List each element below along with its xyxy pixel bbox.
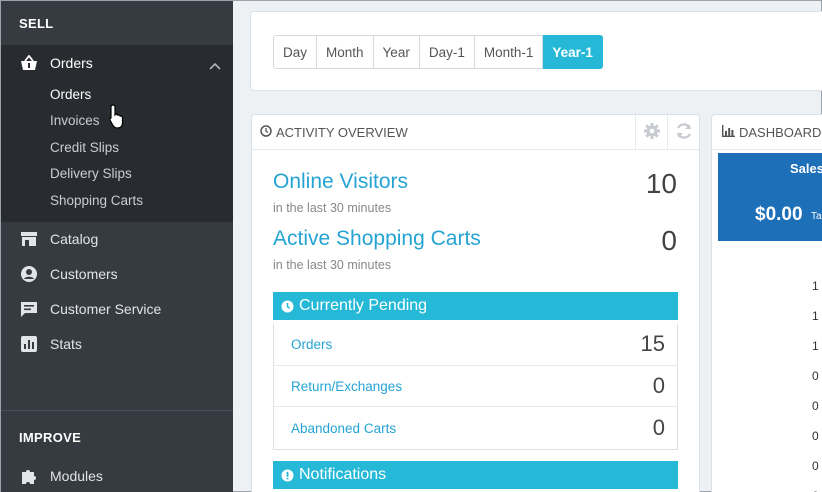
user-circle-icon bbox=[19, 265, 39, 283]
dashboard-value: 1 bbox=[812, 339, 819, 353]
pending-returns-link[interactable]: Return/Exchanges bbox=[291, 379, 402, 394]
dashboard-value: 1 bbox=[812, 309, 819, 323]
sidebar-item-modules[interactable]: Modules bbox=[1, 458, 233, 492]
submenu-delivery-slips[interactable]: Delivery Slips bbox=[1, 161, 233, 188]
puzzle-icon bbox=[19, 467, 39, 485]
dashboard-value: 0 bbox=[812, 369, 819, 383]
store-icon bbox=[19, 230, 39, 248]
active-carts-link[interactable]: Active Shopping Carts bbox=[273, 227, 481, 251]
month-minus-1-button[interactable]: Month-1 bbox=[474, 35, 544, 69]
sidebar-item-label: Customers bbox=[50, 266, 118, 282]
dashboard-panel: DASHBOARD Sales $0.00 Ta 1 1 1 0 0 0 0 0 bbox=[711, 114, 822, 492]
dashboard-value: 1 bbox=[812, 279, 819, 293]
submenu-shopping-carts[interactable]: Shopping Carts bbox=[1, 187, 233, 214]
sidebar-item-label: Stats bbox=[50, 336, 82, 352]
sidebar: SELL Orders Orders Invoices Credit Slips… bbox=[1, 1, 233, 492]
refresh-button[interactable] bbox=[667, 115, 699, 150]
pending-abandoned-value: 0 bbox=[652, 415, 665, 441]
year-button[interactable]: Year bbox=[373, 35, 420, 69]
chevron-up-icon[interactable] bbox=[209, 57, 221, 73]
sidebar-item-label: Modules bbox=[50, 467, 103, 484]
clock-icon bbox=[260, 124, 272, 140]
online-visitors-link[interactable]: Online Visitors bbox=[273, 170, 408, 194]
pending-abandoned-link[interactable]: Abandoned Carts bbox=[291, 421, 396, 436]
currently-pending-title: Currently Pending bbox=[299, 297, 428, 314]
sidebar-item-catalog[interactable]: Catalog bbox=[1, 222, 233, 257]
bar-chart-icon bbox=[722, 124, 735, 140]
exclamation-icon bbox=[281, 469, 294, 482]
refresh-icon bbox=[675, 122, 693, 143]
mouse-pointer-icon bbox=[108, 103, 128, 134]
sidebar-item-customer-service[interactable]: Customer Service bbox=[1, 292, 233, 327]
pending-row-orders: Orders 15 bbox=[274, 324, 677, 366]
notifications-title: Notifications bbox=[299, 466, 387, 483]
pending-orders-link[interactable]: Orders bbox=[291, 337, 332, 352]
sidebar-item-orders[interactable]: Orders bbox=[1, 45, 233, 81]
notifications-header: Notifications bbox=[273, 461, 678, 489]
submenu-credit-slips[interactable]: Credit Slips bbox=[1, 134, 233, 161]
year-minus-1-button[interactable]: Year-1 bbox=[543, 35, 603, 69]
sidebar-divider bbox=[1, 410, 233, 411]
clock-icon bbox=[281, 300, 294, 313]
pending-list: Orders 15 Return/Exchanges 0 Abandoned C… bbox=[273, 324, 678, 450]
pending-row-returns: Return/Exchanges 0 bbox=[274, 366, 677, 408]
dashboard-value: 0 bbox=[812, 399, 819, 413]
sales-kpi-box[interactable]: Sales $0.00 Ta bbox=[718, 153, 822, 241]
sales-label: Sales bbox=[790, 161, 822, 176]
dashboard-value: 0 bbox=[812, 459, 819, 473]
panel-title: ACTIVITY OVERVIEW bbox=[276, 124, 408, 140]
pending-row-abandoned: Abandoned Carts 0 bbox=[274, 407, 677, 449]
sidebar-section-improve: IMPROVE bbox=[19, 429, 82, 445]
sidebar-section-sell: SELL bbox=[19, 15, 54, 31]
sidebar-item-label: Customer Service bbox=[50, 301, 162, 317]
panel-tools bbox=[635, 115, 699, 150]
active-carts-value: 0 bbox=[661, 225, 677, 256]
dashboard-value: 0 bbox=[812, 429, 819, 443]
sidebar-item-customers[interactable]: Customers bbox=[1, 257, 233, 292]
panel-title: DASHBOARD bbox=[739, 124, 822, 140]
sales-suffix: Ta bbox=[811, 211, 822, 222]
pending-returns-value: 0 bbox=[652, 373, 665, 399]
month-button[interactable]: Month bbox=[317, 35, 374, 69]
stats-icon bbox=[19, 335, 39, 353]
active-carts-sub: in the last 30 minutes bbox=[273, 258, 392, 272]
date-range-button-group: Day Month Year Day-1 Month-1 Year-1 bbox=[273, 35, 603, 69]
currently-pending-header: Currently Pending bbox=[273, 292, 678, 320]
sidebar-item-label: Orders bbox=[50, 55, 93, 71]
panel-header: DASHBOARD bbox=[712, 115, 822, 150]
date-filter-card: Day Month Year Day-1 Month-1 Year-1 bbox=[250, 11, 822, 91]
panel-header: ACTIVITY OVERVIEW bbox=[252, 115, 699, 150]
sidebar-item-stats[interactable]: Stats bbox=[1, 327, 233, 362]
chat-icon bbox=[19, 300, 39, 318]
day-button[interactable]: Day bbox=[273, 35, 318, 69]
sales-value: $0.00 bbox=[755, 204, 803, 225]
online-visitors-sub: in the last 30 minutes bbox=[273, 201, 392, 215]
sidebar-item-label: Catalog bbox=[50, 231, 99, 247]
online-visitors-value: 10 bbox=[645, 168, 677, 199]
activity-overview-panel: ACTIVITY OVERVIEW Online Visitors in the… bbox=[251, 114, 700, 492]
basket-icon bbox=[19, 54, 39, 72]
gear-icon bbox=[643, 122, 661, 143]
settings-button[interactable] bbox=[635, 115, 667, 150]
day-minus-1-button[interactable]: Day-1 bbox=[419, 35, 475, 69]
pending-orders-value: 15 bbox=[640, 331, 665, 357]
